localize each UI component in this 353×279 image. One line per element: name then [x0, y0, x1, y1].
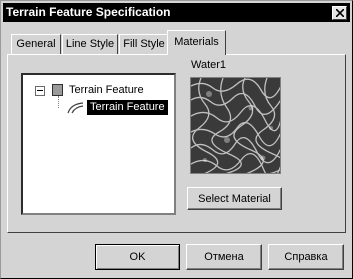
close-icon: [336, 9, 344, 17]
tab-general-label: General: [16, 38, 56, 50]
water-texture-icon: [191, 78, 280, 173]
material-preview: [190, 77, 281, 174]
tree-root-label[interactable]: Terrain Feature: [69, 84, 144, 96]
tab-line-style-label: Line Style: [65, 38, 115, 50]
window-title: Terrain Feature Specification: [6, 5, 171, 19]
tab-fill-style-label: Fill Style: [123, 38, 165, 50]
tab-materials[interactable]: Materials: [167, 30, 226, 55]
tab-line-style[interactable]: Line Style: [62, 34, 118, 54]
tab-fill-style[interactable]: Fill Style: [119, 34, 169, 54]
tree-child-label-selected[interactable]: Terrain Feature: [87, 100, 168, 115]
terrain-feature-icon: [52, 84, 63, 96]
cancel-button[interactable]: Отмена: [186, 244, 262, 270]
terrain-curve-icon: [67, 102, 84, 114]
select-material-button[interactable]: Select Material: [187, 187, 282, 210]
title-bar[interactable]: Terrain Feature Specification: [3, 3, 350, 22]
close-button[interactable]: [332, 6, 347, 20]
help-button[interactable]: Справка: [268, 244, 344, 270]
tab-materials-label: Materials: [174, 36, 219, 48]
tab-general[interactable]: General: [11, 34, 61, 54]
material-name: Water1: [191, 59, 227, 71]
terrain-feature-dialog: Terrain Feature Specification General Li…: [0, 0, 353, 279]
feature-tree[interactable]: Terrain Feature Terrain Feature: [21, 73, 176, 215]
tree-connector-line: [58, 96, 59, 108]
ok-button[interactable]: OK: [95, 244, 180, 270]
collapse-toggle-icon[interactable]: [35, 86, 45, 96]
